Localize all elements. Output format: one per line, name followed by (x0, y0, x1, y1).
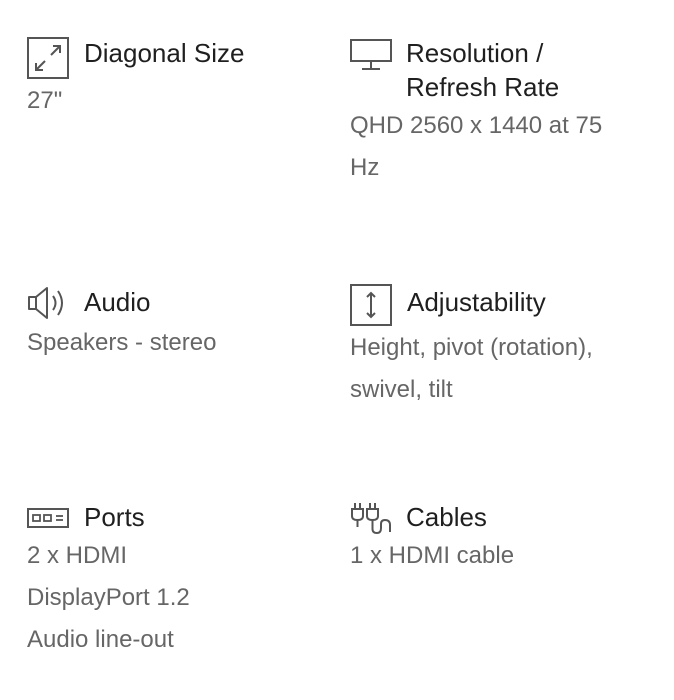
spec-value: Speakers - stereo (27, 329, 217, 356)
spec-title: Audio (84, 287, 151, 317)
spec-ports: Ports 2 x HDMI DisplayPort 1.2 Audio lin… (27, 500, 327, 661)
spec-title: Adjustability (407, 287, 546, 317)
spec-header: Ports (27, 500, 327, 534)
cable-plug-icon (350, 502, 392, 534)
spec-header: Cables (350, 500, 650, 534)
diagonal-arrows-icon (27, 37, 69, 79)
spec-adjustability: Adjustability Height, pivot (rotation), … (350, 284, 650, 411)
spec-header: Audio (27, 285, 327, 321)
spec-value: 27" (27, 87, 63, 114)
spec-header: Diagonal Size (27, 36, 327, 79)
spec-value: Height, pivot (rotation), swivel, tilt (350, 334, 593, 403)
vertical-adjust-icon (350, 284, 392, 326)
spec-diagonal-size: Diagonal Size 27" (27, 36, 327, 122)
spec-value: QHD 2560 x 1440 at 75 Hz (350, 112, 603, 181)
spec-title: Cables (406, 502, 487, 532)
monitor-icon (350, 39, 392, 71)
spec-title: Ports (84, 502, 145, 532)
spec-value: 1 x HDMI cable (350, 542, 515, 569)
spec-title: Resolution / Refresh Rate (406, 38, 560, 102)
spec-value: 2 x HDMI DisplayPort 1.2 Audio line-out (27, 542, 190, 653)
spec-resolution-refresh-rate: Resolution / Refresh Rate QHD 2560 x 144… (350, 36, 650, 189)
speaker-icon (27, 285, 69, 321)
spec-header: Adjustability (350, 284, 650, 326)
spec-header: Resolution / Refresh Rate (350, 36, 650, 104)
ports-icon (27, 508, 69, 528)
spec-audio: Audio Speakers - stereo (27, 285, 327, 364)
spec-title: Diagonal Size (84, 38, 245, 68)
spec-cables: Cables 1 x HDMI cable (350, 500, 650, 577)
